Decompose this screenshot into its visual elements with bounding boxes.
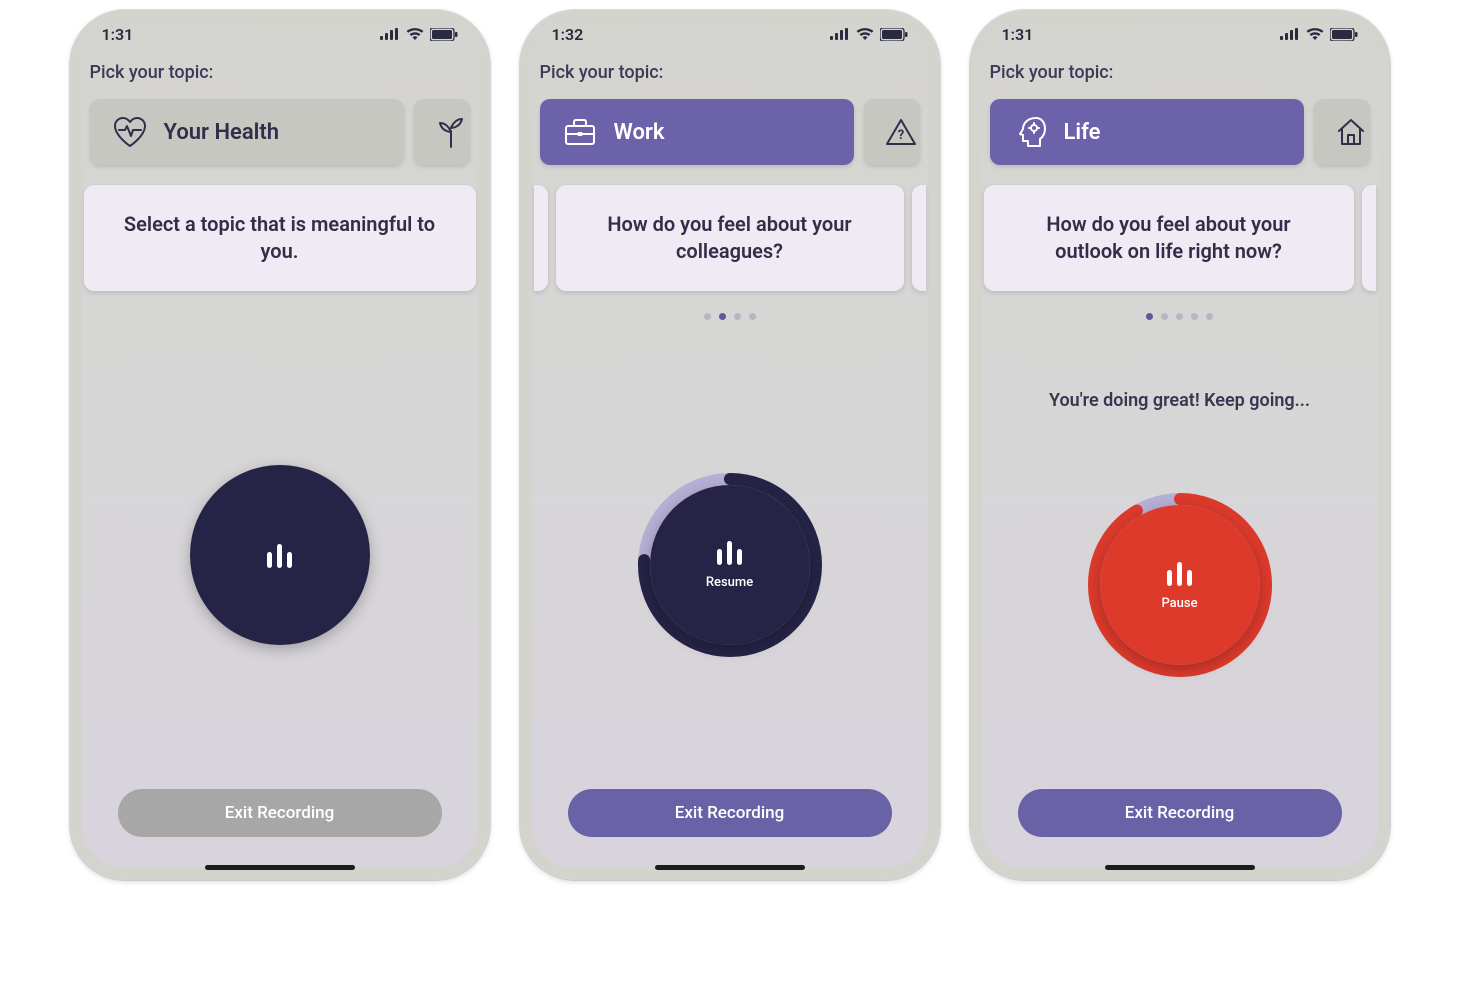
warning-icon: ? [885, 117, 917, 147]
topic-row: Your Health [84, 99, 476, 165]
status-bar: 1:32 [520, 10, 940, 58]
exit-recording-label: Exit Recording [225, 803, 335, 823]
record-area: Resume [534, 340, 926, 789]
audio-bars-icon [717, 539, 742, 565]
prompt-row: Select a topic that is meaningful to you… [84, 185, 476, 291]
prompt-card[interactable]: How do you feel about your outlook on li… [984, 185, 1354, 291]
topic-row: Life [984, 99, 1376, 165]
topic-chip-label: Your Health [164, 120, 280, 145]
exit-recording-button[interactable]: Exit Recording [118, 789, 442, 837]
plant-icon [436, 115, 466, 149]
status-time: 1:31 [102, 25, 134, 44]
briefcase-icon [562, 116, 598, 148]
home-indicator[interactable] [205, 865, 355, 870]
record-area [84, 321, 476, 789]
topic-chip-label: Life [1064, 120, 1101, 145]
record-button-wrap: Pause [1090, 495, 1270, 675]
record-button-label: Pause [1161, 596, 1197, 611]
topic-chip-next[interactable]: ? [864, 99, 920, 165]
exit-recording-label: Exit Recording [675, 803, 785, 823]
home-indicator[interactable] [1105, 865, 1255, 870]
pager-dot[interactable] [1161, 313, 1168, 320]
record-button-wrap [190, 465, 370, 645]
record-button[interactable]: Resume [650, 485, 810, 645]
pager-dot[interactable] [1206, 313, 1213, 320]
topic-chip-next[interactable] [1314, 99, 1370, 165]
record-button-wrap: Resume [640, 475, 820, 655]
exit-recording-button[interactable]: Exit Recording [1018, 789, 1342, 837]
home-indicator[interactable] [655, 865, 805, 870]
phone-screen-2: 1:32 Pick your topic: Work ? [520, 10, 940, 880]
cellular-icon [1280, 28, 1300, 40]
prompt-card[interactable]: How do you feel about your colleagues? [556, 185, 904, 291]
prompt-card[interactable]: Select a topic that is meaningful to you… [84, 185, 476, 291]
battery-icon [880, 28, 908, 41]
pager-dot[interactable] [719, 313, 726, 320]
screen-content: Pick your topic: Life How do you feel ab… [970, 58, 1390, 865]
home-icon [1335, 117, 1367, 147]
record-button-label: Resume [706, 575, 753, 590]
topic-chip-label: Work [614, 120, 665, 145]
audio-bars-icon [267, 542, 292, 568]
prompt-row: How do you feel about your outlook on li… [984, 185, 1376, 291]
record-button[interactable] [190, 465, 370, 645]
pick-topic-label: Pick your topic: [540, 62, 920, 83]
exit-recording-button[interactable]: Exit Recording [568, 789, 892, 837]
status-icons [1280, 28, 1358, 41]
topic-row: Work ? [534, 99, 926, 165]
prompt-text: How do you feel about your colleagues? [607, 212, 851, 263]
pager-dot[interactable] [1176, 313, 1183, 320]
exit-recording-label: Exit Recording [1125, 803, 1235, 823]
prompt-text: How do you feel about your outlook on li… [1046, 212, 1290, 263]
status-bar: 1:31 [70, 10, 490, 58]
status-icons [380, 28, 458, 41]
prompt-card-prev[interactable] [534, 185, 548, 291]
screen-content: Pick your topic: Work ? How do you feel … [520, 58, 940, 865]
svg-text:?: ? [897, 128, 903, 143]
battery-icon [430, 28, 458, 41]
pager-dots [984, 313, 1376, 320]
prompt-row: How do you feel about your colleagues? [534, 185, 926, 291]
prompt-card-next[interactable] [1362, 185, 1376, 291]
wifi-icon [856, 28, 874, 40]
battery-icon [1330, 28, 1358, 41]
prompt-card-next[interactable] [912, 185, 926, 291]
pick-topic-label: Pick your topic: [90, 62, 470, 83]
screen-content: Pick your topic: Your Health Select a to… [70, 58, 490, 865]
topic-chip-life[interactable]: Life [990, 99, 1304, 165]
record-button[interactable]: Pause [1100, 505, 1260, 665]
topic-chip-next[interactable] [414, 99, 470, 165]
status-time: 1:31 [1002, 25, 1034, 44]
pager-dot[interactable] [1191, 313, 1198, 320]
cellular-icon [380, 28, 400, 40]
wifi-icon [1306, 28, 1324, 40]
screenshots-canvas: 1:31 Pick your topic: Your Health [0, 0, 1459, 990]
topic-chip-your-health[interactable]: Your Health [90, 99, 404, 165]
topic-chip-work[interactable]: Work [540, 99, 854, 165]
pager-dot[interactable] [734, 313, 741, 320]
pick-topic-label: Pick your topic: [990, 62, 1370, 83]
record-area: Pause [984, 381, 1376, 789]
audio-bars-icon [1167, 560, 1192, 586]
wifi-icon [406, 28, 424, 40]
status-icons [830, 28, 908, 41]
status-time: 1:32 [552, 25, 584, 44]
phone-screen-3: 1:31 Pick your topic: Life How do [970, 10, 1390, 880]
head-gears-icon [1012, 115, 1048, 149]
pager-dot[interactable] [704, 313, 711, 320]
prompt-text: Select a topic that is meaningful to you… [124, 212, 435, 263]
pager-dots [534, 313, 926, 320]
heart-icon [112, 116, 148, 148]
phone-screen-1: 1:31 Pick your topic: Your Health [70, 10, 490, 880]
pager-dot[interactable] [1146, 313, 1153, 320]
pager-dot[interactable] [749, 313, 756, 320]
cellular-icon [830, 28, 850, 40]
status-bar: 1:31 [970, 10, 1390, 58]
